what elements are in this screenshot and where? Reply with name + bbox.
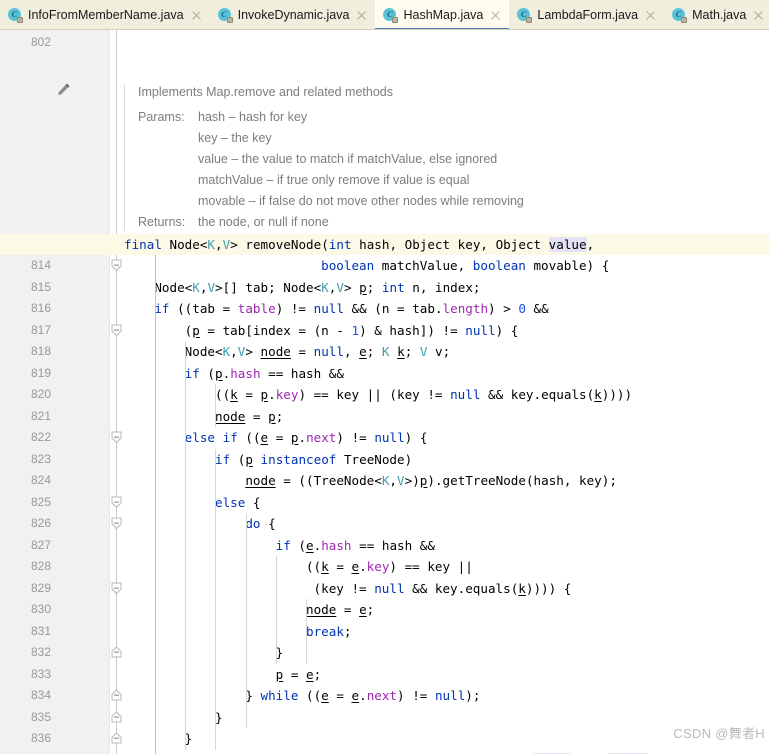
lock-icon xyxy=(226,16,233,23)
code-editor[interactable]: 802 813814815816817818819820821822823824… xyxy=(0,30,769,754)
indent-guide xyxy=(215,448,217,750)
code-line[interactable]: break; xyxy=(124,621,352,643)
code-line[interactable]: final Node<K,V> removeNode(int hash, Obj… xyxy=(124,234,594,256)
line-number-gutter[interactable]: 802 813814815816817818819820821822823824… xyxy=(0,30,110,754)
editor-tab-label: InvokeDynamic.java xyxy=(237,8,350,22)
code-line[interactable]: if (e.hash == hash && xyxy=(124,535,435,557)
line-number: 821 xyxy=(30,408,51,423)
indent-guide xyxy=(185,341,187,750)
code-line[interactable]: if (p instanceof TreeNode) xyxy=(124,449,412,471)
indent-guide xyxy=(215,384,217,427)
line-number: 816 xyxy=(30,301,51,315)
line-number: 828 xyxy=(30,559,51,573)
line-number: 834 xyxy=(30,688,51,702)
code-line[interactable]: else { xyxy=(124,492,261,514)
fold-expand-icon[interactable] xyxy=(111,710,122,724)
line-number: 814 xyxy=(30,258,51,272)
fold-collapse-icon[interactable] xyxy=(111,517,122,530)
editor-tab-invokedynamic[interactable]: C InvokeDynamic.java xyxy=(209,0,376,29)
line-number: 827 xyxy=(30,537,51,552)
code-line[interactable]: if (node != null && (!matchValue || (v =… xyxy=(124,750,648,754)
code-line[interactable]: (key != null && key.equals(k)))) { xyxy=(124,578,572,600)
close-icon[interactable] xyxy=(190,9,203,22)
code-line[interactable]: node = ((TreeNode<K,V>)p).getTreeNode(ha… xyxy=(124,470,617,492)
lock-icon xyxy=(392,16,399,23)
fold-expand-icon[interactable] xyxy=(111,646,122,659)
editor-tab-hashmap[interactable]: C HashMap.java xyxy=(375,0,510,29)
line-number: 823 xyxy=(30,451,51,466)
line-number: 819 xyxy=(30,365,51,380)
fold-collapse-icon[interactable] xyxy=(111,582,122,595)
indent-guide xyxy=(154,255,156,754)
indent-guide xyxy=(245,513,247,728)
editor-tab-label: Math.java xyxy=(692,8,747,22)
java-class-icon: C xyxy=(672,7,688,23)
code-line[interactable]: (p = tab[index = (n - 1) & hash]) != nul… xyxy=(124,320,519,342)
fold-expand-icon[interactable] xyxy=(111,689,122,702)
code-line[interactable]: Node<K,V>[] tab; Node<K,V> p; int n, ind… xyxy=(124,277,480,299)
close-icon[interactable] xyxy=(644,9,657,22)
line-number: 815 xyxy=(30,279,51,294)
editor-tab-infofrommembername[interactable]: C InfoFromMemberName.java xyxy=(0,0,210,29)
editor-tab-lambdaform[interactable]: C LambdaForm.java xyxy=(509,0,665,29)
editor-tab-math[interactable]: C Math.java xyxy=(664,0,769,29)
fold-collapse-icon[interactable] xyxy=(111,259,122,272)
editor-tab-label: LambdaForm.java xyxy=(537,8,639,22)
code-text-area[interactable]: final Node<K,V> removeNode(int hash, Obj… xyxy=(124,30,769,754)
code-line[interactable]: } xyxy=(124,642,284,664)
fold-expand-icon[interactable] xyxy=(111,732,122,745)
editor-tab-bar: C InfoFromMemberName.java C InvokeDynamic.j… xyxy=(0,0,769,30)
close-icon[interactable] xyxy=(355,9,368,22)
line-number: 833 xyxy=(30,666,51,681)
code-line[interactable]: if ((tab = table) != null && (n = tab.le… xyxy=(124,298,548,320)
first-visible-line-number: 802 xyxy=(30,35,51,49)
fold-collapse-icon[interactable] xyxy=(111,496,122,509)
code-line[interactable]: node = p; xyxy=(124,406,283,428)
code-line[interactable]: } while ((e = e.next) != null); xyxy=(124,685,480,707)
code-line[interactable]: else if ((e = p.next) != null) { xyxy=(124,427,428,449)
java-class-icon: C xyxy=(383,7,399,23)
java-class-icon: C xyxy=(517,7,533,23)
lock-icon xyxy=(526,16,533,23)
line-number: 836 xyxy=(30,731,51,745)
indent-guide xyxy=(306,599,308,664)
code-line[interactable]: boolean matchValue, boolean movable) { xyxy=(124,255,609,277)
close-icon[interactable] xyxy=(752,9,765,22)
editor-tab-label: HashMap.java xyxy=(403,8,484,22)
close-icon[interactable] xyxy=(489,9,502,22)
line-number: 830 xyxy=(30,602,51,616)
code-line[interactable]: ((k = e.key) == key || xyxy=(124,556,473,578)
code-line[interactable]: do { xyxy=(124,513,275,535)
java-class-icon: C xyxy=(8,7,23,23)
line-number: 822 xyxy=(30,430,51,444)
code-line[interactable]: } xyxy=(124,728,193,750)
editor-tab-label: InfoFromMemberName.java xyxy=(28,8,184,22)
pencil-icon[interactable] xyxy=(56,82,71,97)
line-number: 831 xyxy=(30,623,51,638)
line-number: 820 xyxy=(30,387,51,401)
line-number: 835 xyxy=(30,709,51,724)
line-number: 818 xyxy=(30,344,51,358)
code-line[interactable]: Node<K,V> node = null, e; K k; V v; xyxy=(124,341,451,363)
watermark: CSDN @舞者H xyxy=(673,726,765,741)
lock-icon xyxy=(17,16,23,23)
lock-icon xyxy=(681,16,688,23)
fold-collapse-icon[interactable] xyxy=(111,324,122,337)
code-folding-bar[interactable] xyxy=(110,30,124,754)
line-number: 832 xyxy=(30,645,51,659)
java-class-icon: C xyxy=(217,7,233,23)
line-number: 829 xyxy=(30,580,51,595)
code-line[interactable]: p = e; xyxy=(124,664,322,686)
fold-collapse-icon[interactable] xyxy=(111,431,122,444)
code-line[interactable]: ((k = p.key) == key || (key != null && k… xyxy=(124,384,632,406)
code-line[interactable]: } xyxy=(124,707,223,729)
indent-guide xyxy=(276,556,278,664)
code-line[interactable]: if (p.hash == hash && xyxy=(124,363,344,385)
line-number: 825 xyxy=(30,494,51,509)
line-number: 826 xyxy=(30,516,51,530)
code-line[interactable]: node = e; xyxy=(124,599,374,621)
line-number: 824 xyxy=(30,473,51,487)
line-number: 837 xyxy=(11,750,51,754)
line-number: 817 xyxy=(30,322,51,337)
